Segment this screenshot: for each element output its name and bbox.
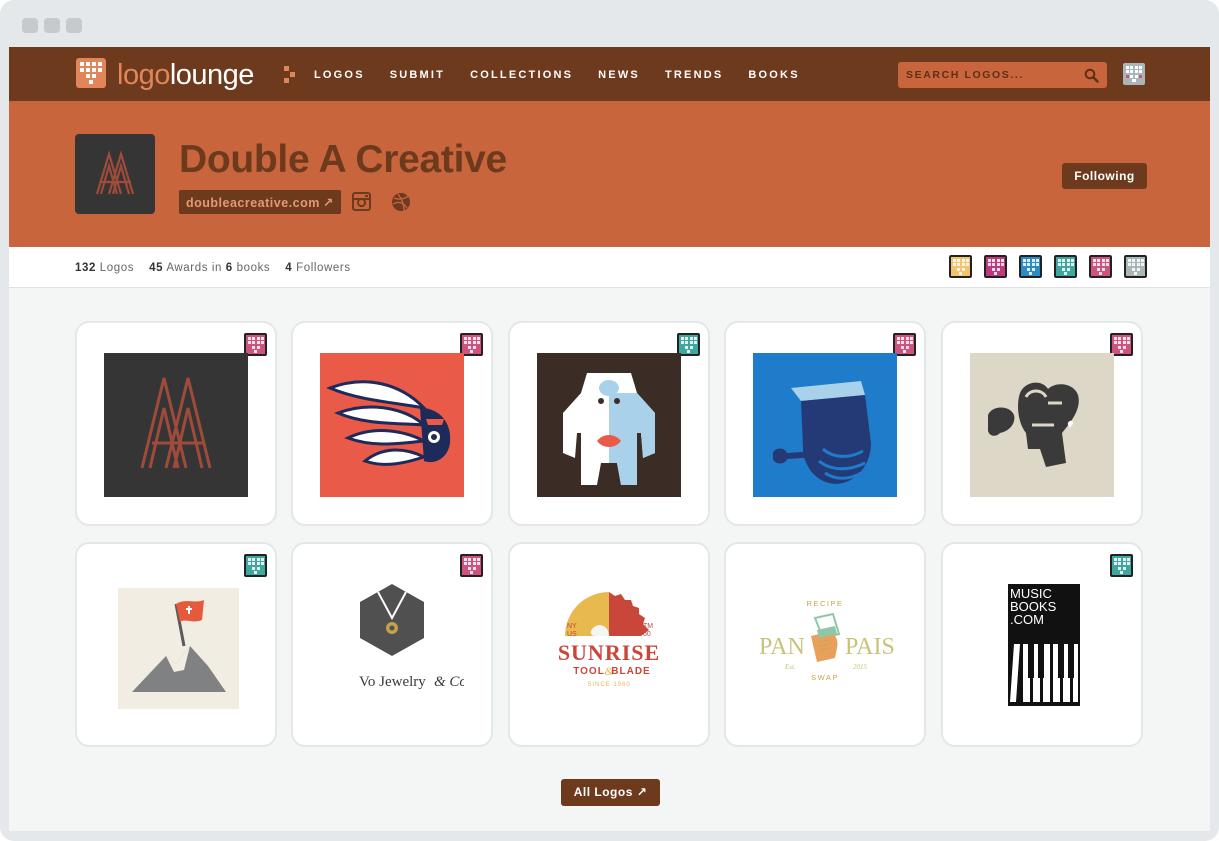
award-book-badge-icon[interactable] [1019,255,1042,278]
double-a-logo-image [104,353,248,497]
window-maximize-button[interactable] [66,18,82,33]
profile-name: Double A Creative [179,138,507,181]
browser-window: logolounge LOGOS SUBMIT COLLECTIONS NEWS… [0,0,1219,841]
pan-pals-left-text: PAN [759,634,805,660]
sunrise-tm-text: TM [643,623,653,630]
yeti-logo-image [537,353,681,497]
awards-label: Awards in [166,262,222,274]
boxing-heart-logo-image [970,353,1114,497]
profile-stats: 132 Logos 45 Awards in 6 books 4 Followers [75,262,351,274]
sunrise-logo-image: NY US TM 60 SUNRISE TOOL & BLADE SINCE 1… [558,592,660,688]
sunrise-blade-text: BLADE [611,666,650,677]
brand-suffix: lounge [169,59,255,91]
nav-item-books[interactable]: BOOKS [748,69,799,81]
window-close-button[interactable] [22,18,38,33]
all-logos-button[interactable]: All Logos ↗ [561,779,660,806]
external-link-icon: ↗ [322,196,334,210]
sunrise-us-text: US [567,631,577,638]
nav-separator-icon [284,66,300,83]
award-book-badge-icon[interactable] [1089,255,1112,278]
all-logos-label: All Logos [573,785,633,799]
followers-count: 4 [285,262,293,274]
award-book-badge-icon[interactable] [1054,255,1077,278]
pan-pals-right-text: PAIS [845,634,895,660]
sunrise-ny-text: NY [567,623,577,630]
nav-item-news[interactable]: NEWS [598,69,640,81]
nav-item-submit[interactable]: SUBMIT [390,69,445,81]
logo-card[interactable] [508,321,710,526]
sailor-logo-image [753,353,897,497]
website-url: doubleacreative.com [186,196,320,210]
logo-card[interactable] [75,542,277,747]
award-badges [949,255,1159,278]
followers-label: Followers [296,262,351,274]
award-book-badge-icon[interactable] [949,255,972,278]
pan-pals-logo-image: RECIPE PAN PAIS Est. 2015 SWAP [759,599,895,682]
sunrise-title-text: SUNRISE [558,640,660,665]
double-a-monogram-icon [95,150,135,195]
pan-pals-est-text: Est. [784,663,796,671]
logo-card[interactable] [291,321,493,526]
logo-card[interactable]: Vo Jewelry & Co. [291,542,493,747]
award-book-badge-icon[interactable] [984,255,1007,278]
vo-jewelry-text: Vo Jewelry [359,674,426,690]
user-avatar-icon[interactable] [1123,63,1145,85]
logos-count: 132 [75,262,96,274]
instagram-icon[interactable] [352,192,371,211]
pan-pals-recipe-text: RECIPE [807,599,844,608]
stats-bar: 132 Logos 45 Awards in 6 books 4 Followers [9,247,1210,288]
profile-avatar [75,134,155,214]
following-button[interactable]: Following [1062,163,1147,189]
sunrise-60-text: 60 [643,631,651,638]
nav-item-logos[interactable]: LOGOS [314,69,365,81]
musicbooks-line3-text: .COM [1010,612,1044,627]
brand-prefix: logo [117,59,170,91]
website-link[interactable]: doubleacreative.com ↗ [179,190,341,214]
logo-card[interactable]: NY US TM 60 SUNRISE TOOL & BLADE SINCE 1… [508,542,710,747]
search-icon[interactable] [1084,68,1099,83]
sunrise-since-text: SINCE 1960 [587,682,630,688]
nav-item-collections[interactable]: COLLECTIONS [470,69,573,81]
nav-item-trends[interactable]: TRENDS [665,69,723,81]
logo-card[interactable] [941,321,1143,526]
logo-card[interactable]: RECIPE PAN PAIS Est. 2015 SWAP [724,542,926,747]
sunrise-tool-text: TOOL [573,666,605,677]
musicbooks-logo-image: MUSIC BOOKS .COM [1008,584,1080,706]
mountain-flag-logo-image [118,588,239,709]
books-count: 6 [225,262,233,274]
pan-pals-year-text: 2015 [853,663,868,671]
books-label: books [236,262,271,274]
vo-jewelry-amp-text: & Co. [434,674,464,690]
vo-jewelry-logo-image: Vo Jewelry & Co. [359,584,464,690]
logo-card[interactable] [724,321,926,526]
external-link-icon: ↗ [636,785,648,799]
page-viewport: logolounge LOGOS SUBMIT COLLECTIONS NEWS… [9,47,1210,831]
awards-count: 45 [149,262,164,274]
logo-card[interactable]: MUSIC BOOKS .COM [941,542,1143,747]
dribbble-icon[interactable] [391,192,411,212]
window-minimize-button[interactable] [44,18,60,33]
headdress-logo-image [320,353,464,497]
pan-pals-swap-text: SWAP [811,673,839,682]
logos-label: Logos [99,262,135,274]
award-book-badge-icon[interactable] [1124,255,1147,278]
search-box [898,62,1107,88]
nav-menu: LOGOS SUBMIT COLLECTIONS NEWS TRENDS BOO… [314,69,825,81]
logolounge-logo-icon[interactable] [76,58,106,88]
search-input[interactable] [906,67,1076,83]
brand-wordmark[interactable]: logolounge [117,60,254,90]
top-nav: logolounge LOGOS SUBMIT COLLECTIONS NEWS… [9,47,1210,101]
logo-card[interactable] [75,321,277,526]
profile-header: Double A Creative doubleacreative.com ↗ F… [9,101,1210,247]
